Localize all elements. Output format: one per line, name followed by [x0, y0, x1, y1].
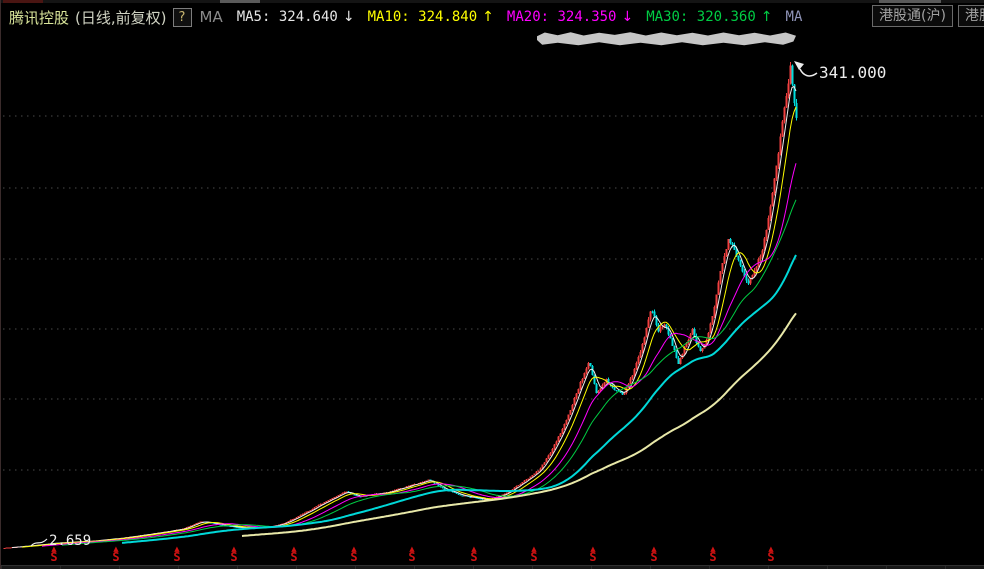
dividend-marker-icon[interactable]: ▲S — [647, 546, 661, 563]
stock-chart-window: 腾讯控股 (日线,前复权) ? MA MA5: 324.640↓MA10: 32… — [0, 0, 984, 569]
high-price-label: 341.000 — [819, 63, 886, 82]
dividend-marker-icon[interactable]: ▲S — [47, 546, 61, 563]
candlestick-chart[interactable]: 341.0002.659 — [1, 0, 984, 569]
dividend-marker-icon[interactable]: ▲S — [109, 546, 123, 563]
dividend-marker-icon[interactable]: ▲S — [706, 546, 720, 563]
dividend-marker-icon[interactable]: ▲S — [405, 546, 419, 563]
bottom-axis-edge — [1, 565, 984, 569]
dividend-marker-icon[interactable]: ▲S — [227, 546, 241, 563]
dividend-marker-icon[interactable]: ▲S — [467, 546, 481, 563]
dividend-marker-icon[interactable]: ▲S — [764, 546, 778, 563]
dividend-marker-icon[interactable]: ▲S — [586, 546, 600, 563]
dividend-marker-icon[interactable]: ▲S — [347, 546, 361, 563]
dividend-marker-icon[interactable]: ▲S — [527, 546, 541, 563]
dividend-marker-icon[interactable]: ▲S — [170, 546, 184, 563]
dividend-marker-icon[interactable]: ▲S — [287, 546, 301, 563]
